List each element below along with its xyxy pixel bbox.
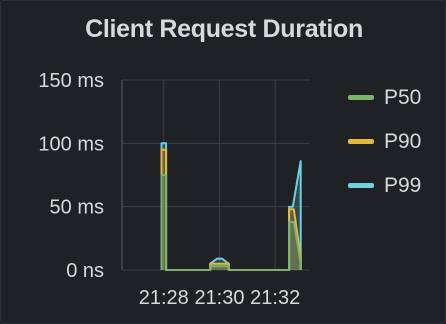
legend-swatch <box>348 183 374 188</box>
y-tick-label: 150 ms <box>38 70 104 92</box>
legend-swatch <box>348 95 374 100</box>
legend-item-p99[interactable]: P99 <box>348 174 421 197</box>
legend-label: P99 <box>384 173 422 197</box>
legend: P50 P90 P99 <box>348 86 421 218</box>
x-tick-label: 21:28 <box>139 287 189 309</box>
legend-item-p50[interactable]: P50 <box>348 86 421 109</box>
y-tick-label: 50 ms <box>50 197 104 219</box>
y-axis: 0 ns 50 ms 100 ms 150 ms <box>38 70 104 282</box>
series-area-p50 <box>161 175 301 270</box>
series-area-p90 <box>161 149 301 270</box>
grid-lines <box>121 79 310 271</box>
legend-label: P90 <box>384 129 422 153</box>
legend-item-p90[interactable]: P90 <box>348 130 421 153</box>
y-tick-label: 0 ns <box>66 260 104 282</box>
legend-label: P50 <box>384 85 422 109</box>
series-line-p50 <box>160 174 302 271</box>
series-line-p90 <box>160 148 302 271</box>
y-tick-label: 100 ms <box>38 133 104 155</box>
legend-swatch <box>348 139 374 144</box>
x-axis: 21:28 21:30 21:32 <box>139 287 300 309</box>
x-tick-label: 21:30 <box>194 287 244 309</box>
x-tick-label: 21:32 <box>250 287 300 309</box>
